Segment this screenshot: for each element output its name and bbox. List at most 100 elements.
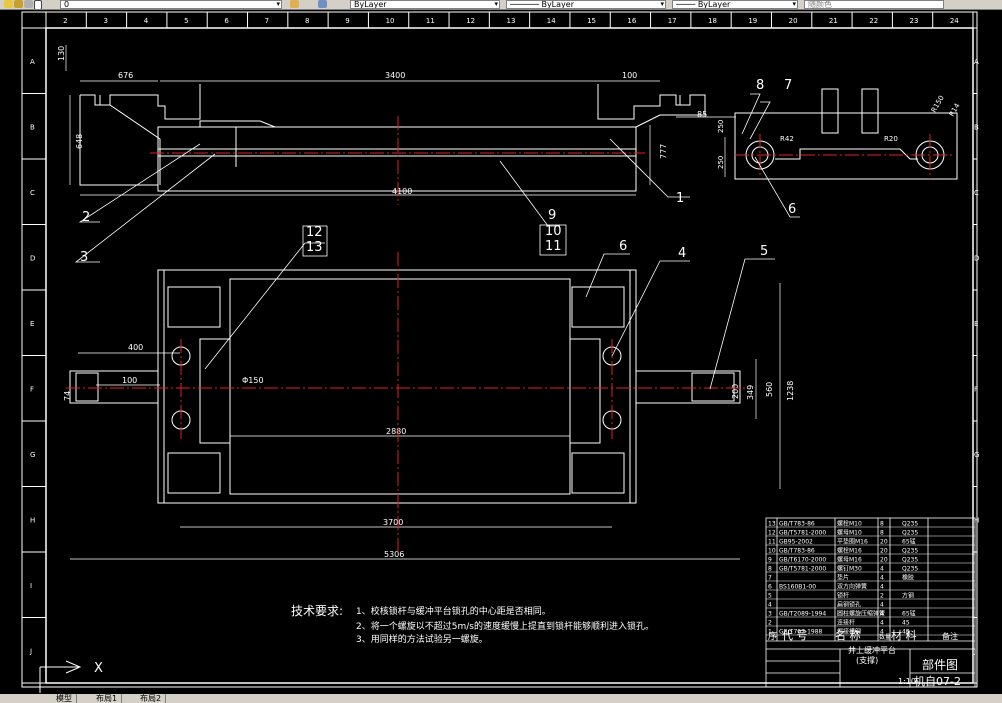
tb-drawing-type: 部件图	[922, 657, 958, 672]
frame-col-label: 24	[950, 17, 959, 25]
tab-model[interactable]: 模型	[52, 694, 77, 703]
dim-349: 349	[746, 385, 755, 400]
dim-777: 777	[659, 144, 668, 159]
frame-row-label: G	[974, 451, 979, 459]
frame-col-label: 16	[627, 17, 636, 25]
tb-header-name: 名 称	[835, 628, 861, 642]
chevron-down-icon: ▾	[792, 0, 796, 8]
parts-cell-name: 锁杆	[837, 592, 849, 600]
balloon-13: 13	[306, 240, 323, 255]
tab-layout2[interactable]: 布局2	[136, 694, 167, 703]
tech-heading: 技术要求:	[291, 604, 343, 618]
frame-col-label: 18	[708, 17, 717, 25]
parts-cell-code: GB/T783-86	[779, 548, 815, 555]
frame-col-label: 9	[345, 17, 349, 25]
parts-cell-no: 13	[768, 521, 776, 528]
frame-row-label: H	[30, 516, 35, 524]
parts-cell-qty: 4	[880, 575, 884, 582]
layer-freeze-icon[interactable]	[14, 0, 23, 8]
balloon-12: 12	[306, 225, 323, 240]
parts-cell-qty: 20	[880, 548, 888, 555]
dim-676: 676	[118, 71, 133, 80]
tab-layout1[interactable]: 布局1	[92, 694, 123, 703]
frame-col-label: 7	[265, 17, 269, 25]
plan-arm-right	[635, 370, 741, 404]
frame-col-label: 21	[829, 17, 838, 25]
layer-lock-icon[interactable]	[24, 0, 33, 8]
front-left-upright	[80, 84, 201, 120]
tech-req-1: 1、校核锁杆与缓冲平台锁孔的中心距是否相同。	[356, 605, 551, 617]
balloon-10: 10	[545, 224, 562, 239]
frame-col-label: 19	[748, 17, 757, 25]
parts-cell-no: 11	[768, 539, 776, 546]
layer-dropdown[interactable]: 0 ▾	[60, 0, 282, 9]
frame-row-label: C	[30, 189, 35, 197]
frame-row-label: G	[30, 451, 35, 459]
parts-cell-name: 圆柱螺旋压缩弹簧	[837, 610, 885, 618]
technical-requirements: 技术要求: 1、校核锁杆与缓冲平台锁孔的中心距是否相同。 2、将一个螺旋以不超过…	[291, 604, 654, 645]
frame-col-label: 2	[63, 17, 67, 25]
frame-col-label: 11	[426, 17, 435, 25]
parts-cell-code: GB/T5781-2000	[779, 530, 826, 537]
layer-state-icon[interactable]	[4, 0, 13, 8]
parts-cell-no: 5	[768, 593, 772, 600]
frame-row-label: D	[30, 254, 35, 262]
front-main-beam	[157, 126, 637, 192]
side-body	[734, 112, 958, 180]
parts-cell-no: 8	[768, 566, 772, 573]
balloon-7: 7	[784, 78, 792, 93]
parts-cell-name: 螺栓M10	[837, 520, 862, 528]
plot-style-dropdown[interactable]: 随颜色	[804, 0, 944, 9]
front-view	[79, 84, 706, 192]
lineweight-dropdown-value: ByLayer	[697, 0, 731, 9]
part-balloons: 1 2 3 4 5 6 6 7 8 9 10 11 12 13	[80, 78, 796, 265]
color-dropdown[interactable]: ByLayer ▾	[350, 0, 500, 9]
linetype-dropdown[interactable]: ────── ByLayer ▾	[506, 0, 666, 9]
frame-col-label: 4	[144, 17, 149, 25]
parts-cell-mat: 45	[902, 620, 910, 627]
frame-row-label: E	[30, 320, 34, 328]
parts-cell-name: 扁钢锁孔	[837, 601, 861, 609]
frame-row-label: C	[974, 189, 979, 197]
frame-row-label: B	[974, 123, 979, 131]
center-lines	[66, 116, 955, 554]
tb-drawing-no: 机自07-2	[914, 674, 961, 688]
dim-1238: 1238	[786, 381, 795, 401]
frame-row-label: F	[30, 385, 34, 393]
dim-5306: 5306	[384, 550, 404, 559]
dim-200: 200	[731, 384, 740, 399]
plan-lock-bar-left	[199, 338, 231, 444]
ucs-x-label: X	[94, 661, 103, 676]
dim-3400: 3400	[385, 71, 405, 80]
tb-header-no: 序	[768, 630, 777, 642]
make-layer-current-icon[interactable]	[290, 0, 299, 8]
parts-cell-name: 连接杆	[837, 619, 855, 627]
plan-spring-box-bl	[167, 452, 221, 494]
parts-cell-code: GB/T783-86	[779, 521, 815, 528]
parts-cell-no: 4	[768, 602, 772, 609]
parts-cell-code: BS160B1-00	[779, 584, 816, 591]
layer-previous-icon[interactable]	[318, 0, 327, 8]
parts-cell-mat: Q235	[902, 566, 918, 573]
frame-row-label: D	[974, 254, 979, 262]
tech-req-3: 3、用同样的方法试验另一螺旋。	[356, 633, 488, 645]
front-right-brace	[635, 114, 661, 128]
parts-cell-qty: 8	[880, 521, 884, 528]
dim-74: 74	[63, 391, 72, 401]
tech-req-2: 2、将一个螺旋以不超过5m/s的速度缓慢上提直到锁杆能够顺利进入锁孔。	[356, 620, 654, 632]
balloon-5: 5	[760, 244, 768, 259]
dim-4100: 4100	[392, 187, 412, 196]
frame-row-label: A	[974, 58, 979, 66]
parts-cell-qty: 8	[880, 530, 884, 537]
frame-col-label: 10	[386, 17, 395, 25]
parts-cell-no: 3	[768, 611, 772, 618]
color-dropdown-value: ByLayer	[354, 0, 387, 9]
front-left-brace	[109, 104, 161, 185]
drawing-canvas[interactable]: 2 3 4 5 6 7 8 9 10 11 12 13 14 15 16 17 18 19 20 21 22 23 24 A…	[0, 9, 1002, 694]
parts-cell-mat: Q235	[902, 557, 918, 564]
lineweight-dropdown[interactable]: ──── ByLayer ▾	[672, 0, 798, 9]
plan-lock-bar-right	[569, 338, 601, 444]
front-top-plate	[199, 120, 276, 128]
parts-cell-name: 螺栓M16	[837, 547, 862, 555]
dim-r150: R150	[930, 94, 946, 114]
